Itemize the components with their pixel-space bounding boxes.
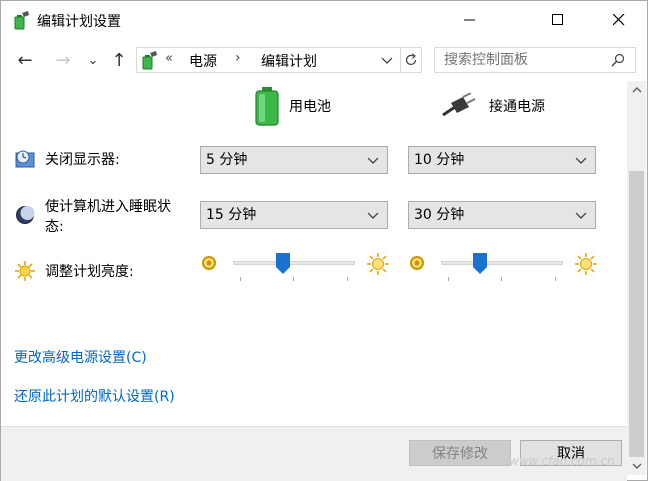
- dim-sun-icon: [201, 255, 217, 275]
- close-icon: [613, 14, 625, 26]
- slider-tick: [240, 277, 241, 281]
- sleep-plugged-select[interactable]: 30 分钟: [408, 201, 596, 229]
- vertical-scrollbar[interactable]: [627, 81, 646, 475]
- refresh-button[interactable]: [400, 47, 422, 73]
- maximize-button[interactable]: [535, 1, 581, 39]
- sleep-battery-select[interactable]: 15 分钟: [200, 201, 388, 229]
- minimize-icon: [464, 19, 475, 21]
- sleep-plugged-value: 30 分钟: [414, 207, 465, 223]
- restore-defaults-link[interactable]: 还原此计划的默认设置(R): [14, 386, 175, 406]
- brightness-plugged-slider[interactable]: [441, 253, 563, 283]
- chevron-down-icon: [575, 202, 587, 237]
- slider-thumb[interactable]: [473, 253, 487, 275]
- up-arrow-icon: ↑: [111, 49, 127, 71]
- chevron-down-icon: [367, 147, 379, 182]
- recent-locations-button[interactable]: ⌄: [81, 47, 105, 73]
- forward-arrow-icon: →: [55, 49, 71, 71]
- slider-tick: [555, 277, 556, 281]
- chevron-down-icon: [575, 147, 587, 182]
- sleep-battery-value: 15 分钟: [206, 207, 257, 223]
- minimize-button[interactable]: [447, 1, 493, 39]
- power-options-icon: [11, 10, 31, 30]
- forward-button[interactable]: →: [51, 47, 75, 73]
- back-button[interactable]: ←: [13, 47, 37, 73]
- breadcrumb-edit-plan[interactable]: 编辑计划: [261, 51, 317, 71]
- brightness-battery-slider[interactable]: [233, 253, 355, 283]
- display-off-plugged-select[interactable]: 10 分钟: [408, 146, 596, 174]
- plugged-column-header: 接通电源: [441, 93, 545, 119]
- maximize-icon: [552, 14, 563, 25]
- edit-plan-settings-window: 编辑计划设置 ← → ⌄ ↑ « 电源 › 编辑计划 搜索控制面板 用电池 接通…: [0, 0, 648, 481]
- brightness-sun-icon: [15, 261, 35, 281]
- window-title: 编辑计划设置: [37, 14, 121, 30]
- chevron-down-icon: [632, 463, 641, 469]
- slider-tick: [501, 277, 502, 281]
- slider-track[interactable]: [441, 261, 563, 265]
- slider-track[interactable]: [233, 261, 355, 265]
- search-box[interactable]: [434, 47, 636, 73]
- display-off-plugged-value: 10 分钟: [414, 152, 465, 168]
- scroll-up-button[interactable]: [627, 81, 646, 99]
- display-off-battery-select[interactable]: 5 分钟: [200, 146, 388, 174]
- address-dropdown-icon[interactable]: [381, 51, 393, 72]
- battery-icon: [255, 87, 279, 126]
- power-plug-icon: [442, 93, 476, 117]
- slider-tick: [293, 277, 294, 281]
- slider-tick: [448, 277, 449, 281]
- dim-sun-icon: [409, 255, 425, 275]
- plan-settings-content: 用电池 接通电源 关闭显示器: 5 分钟 10 分钟 使计算机进入睡眠状 态: …: [1, 81, 627, 426]
- display-off-label: 关闭显示器:: [45, 152, 120, 168]
- sleep-moon-icon: [15, 205, 35, 225]
- advanced-power-settings-link[interactable]: 更改高级电源设置(C): [14, 347, 147, 367]
- save-changes-button[interactable]: 保存修改: [409, 440, 511, 466]
- breadcrumb-power[interactable]: 电源: [189, 51, 217, 71]
- slider-thumb[interactable]: [276, 253, 290, 275]
- scroll-down-button[interactable]: [627, 457, 646, 475]
- sleep-label: 使计算机进入睡眠状 态:: [45, 197, 171, 237]
- sleep-label-line1: 使计算机进入睡眠状: [45, 199, 171, 215]
- slider-tick: [347, 277, 348, 281]
- bright-sun-icon: [367, 253, 389, 279]
- scrollbar-thumb[interactable]: [629, 171, 644, 457]
- chevron-down-icon: ⌄: [87, 52, 99, 68]
- chevron-down-icon: [367, 202, 379, 237]
- watermark: www.cfan.com.cn: [509, 454, 615, 468]
- battery-column-label: 用电池: [289, 99, 331, 115]
- search-icon[interactable]: [611, 53, 625, 67]
- close-button[interactable]: [596, 1, 642, 39]
- up-button[interactable]: ↑: [107, 47, 131, 73]
- address-bar[interactable]: « 电源 › 编辑计划: [136, 47, 422, 73]
- brightness-label: 调整计划亮度:: [45, 264, 134, 280]
- bright-sun-icon: [575, 253, 597, 279]
- monitor-clock-icon: [15, 149, 35, 169]
- title-bar[interactable]: 编辑计划设置: [1, 1, 647, 39]
- overflow-chevron-icon[interactable]: «: [165, 51, 173, 66]
- back-arrow-icon: ←: [17, 49, 33, 71]
- breadcrumb-separator-icon[interactable]: ›: [235, 50, 241, 66]
- sleep-label-line2: 态:: [45, 219, 64, 235]
- search-input[interactable]: [444, 52, 604, 68]
- power-options-icon: [139, 50, 159, 70]
- refresh-icon: [405, 53, 417, 66]
- plugged-column-label: 接通电源: [489, 99, 545, 115]
- navigation-bar: ← → ⌄ ↑ « 电源 › 编辑计划: [1, 43, 647, 79]
- chevron-up-icon: [632, 87, 641, 93]
- display-off-battery-value: 5 分钟: [206, 152, 248, 168]
- battery-column-header: 用电池: [253, 85, 331, 127]
